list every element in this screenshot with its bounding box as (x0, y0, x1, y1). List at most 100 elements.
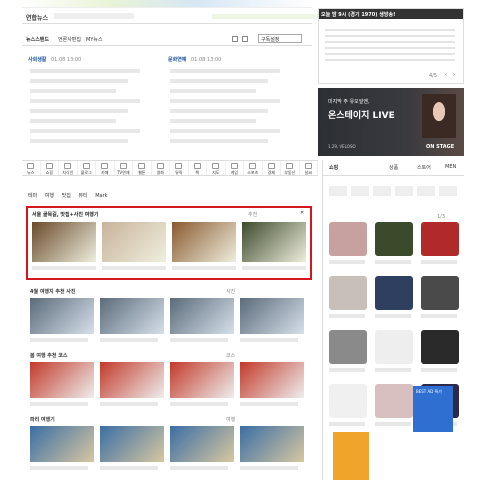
news-headline[interactable] (30, 129, 140, 133)
shop-item[interactable] (375, 222, 413, 264)
section-title[interactable]: 파리 여행기 (30, 416, 55, 423)
category-tab[interactable]: 지식인 (59, 161, 78, 175)
news-left-heading[interactable]: 사회생활 (28, 57, 46, 63)
category-tab[interactable]: 뮤직 (170, 161, 189, 175)
category-tab[interactable]: 영화 (152, 161, 170, 175)
section-title[interactable]: 4월 여행지 추천 사진 (30, 288, 76, 295)
category-tab-label: 뮤직 (175, 170, 183, 175)
category-icon (212, 163, 220, 169)
ad-line2: 온스테이지 LIVE (328, 111, 395, 121)
press-logo[interactable]: 연합뉴스 (26, 13, 48, 22)
category-tab[interactable]: 경제 (263, 161, 281, 175)
header-links[interactable] (212, 14, 332, 19)
section-caption (240, 402, 298, 406)
shop-item[interactable] (329, 276, 367, 318)
shop-tab-product[interactable]: 상품 (389, 164, 398, 171)
section-title[interactable]: 봄 여행 추천 코스 (30, 352, 67, 359)
section-photo[interactable] (100, 362, 164, 406)
list-view-icon[interactable] (242, 36, 248, 42)
sub-tab-mark[interactable]: Mark (95, 193, 107, 199)
shop-item[interactable] (421, 330, 459, 372)
featured-thumb[interactable] (102, 222, 166, 270)
section-photo[interactable] (240, 362, 304, 406)
grid-view-icon[interactable] (232, 36, 238, 42)
shop-item[interactable] (375, 276, 413, 318)
news-headline[interactable] (170, 89, 256, 93)
section-photo[interactable] (30, 426, 94, 470)
category-icon (230, 163, 238, 169)
category-tab[interactable]: TV연재 (115, 161, 133, 175)
category-tab[interactable]: 지도 (207, 161, 226, 175)
subscribe-dropdown[interactable]: 구독설정 (258, 34, 302, 43)
shop-tab-men[interactable]: MEN (445, 164, 456, 170)
close-icon[interactable]: ✕ (300, 210, 304, 216)
section-photo[interactable] (100, 298, 164, 342)
news-headline[interactable] (30, 89, 116, 93)
section-photo[interactable] (170, 362, 234, 406)
shop-item[interactable] (329, 384, 367, 426)
category-tab[interactable]: 웹툰 (133, 161, 152, 175)
category-tab[interactable]: 날씨 (300, 161, 318, 175)
weather-title[interactable]: 오늘 밤 9시 (경기 1970) 생방송! (319, 9, 463, 19)
news-headline[interactable] (30, 109, 128, 113)
news-headline[interactable] (30, 119, 116, 123)
category-tab[interactable]: 게임 (226, 161, 244, 175)
sub-tab-food[interactable]: 맛집 (62, 193, 71, 199)
tab-my-news[interactable]: MY뉴스 (86, 36, 103, 43)
shop-item[interactable] (421, 276, 459, 318)
category-tab[interactable]: 카페 (96, 161, 115, 175)
category-tab[interactable]: 뉴스 (22, 161, 41, 175)
category-icon (27, 163, 35, 169)
shop-item[interactable] (421, 222, 459, 264)
shop-item[interactable] (375, 330, 413, 372)
section-photo[interactable] (170, 426, 234, 470)
news-headline[interactable] (30, 139, 128, 143)
news-headline[interactable] (170, 129, 280, 133)
section-photo[interactable] (30, 362, 94, 406)
news-headline[interactable] (170, 99, 280, 103)
prev-arrow-icon[interactable]: ‹ (445, 72, 447, 78)
next-arrow-icon[interactable]: › (453, 72, 455, 78)
shop-tab-store[interactable]: 스토어 (417, 164, 431, 171)
news-headline[interactable] (170, 79, 268, 83)
featured-title[interactable]: 서울 골목길, 맛집+사진 여행기 (32, 211, 99, 218)
tab-press[interactable]: 언론사편집 (58, 36, 81, 43)
category-tab[interactable]: 부동산 (281, 161, 300, 175)
section-photo[interactable] (240, 298, 304, 342)
news-headline[interactable] (170, 139, 268, 143)
section-photo[interactable] (30, 298, 94, 342)
news-headline[interactable] (170, 109, 268, 113)
shop-item[interactable] (329, 330, 367, 372)
section-caption (30, 338, 88, 342)
category-tab[interactable]: 블로그 (78, 161, 96, 175)
category-tab[interactable]: 쇼핑 (41, 161, 59, 175)
promo-banner[interactable] (333, 432, 369, 480)
live-ad[interactable]: 미지막 주 유오잎엔, 온스테이지 LIVE 1.29, VELOSO ON S… (318, 88, 464, 156)
news-headline[interactable] (170, 69, 280, 73)
sub-tab-beauty[interactable]: 뷰티 (78, 193, 87, 199)
section-photo[interactable] (240, 426, 304, 470)
shop-links[interactable] (329, 186, 461, 196)
news-headline[interactable] (30, 79, 128, 83)
section-photo[interactable] (100, 426, 164, 470)
shop-title[interactable]: 쇼핑 (329, 164, 338, 171)
category-tab[interactable]: 책 (189, 161, 207, 175)
section-caption (30, 466, 88, 470)
shop-item[interactable] (375, 384, 413, 426)
featured-thumb[interactable] (172, 222, 236, 270)
featured-thumb[interactable] (32, 222, 96, 270)
sub-tab-theme[interactable]: 테마 (28, 193, 37, 199)
tab-newsstand[interactable]: 뉴스스탠드 (26, 36, 49, 43)
sale-banner[interactable]: BEST AD 특가 (413, 386, 453, 432)
shop-item[interactable] (329, 222, 367, 264)
news-headline[interactable] (30, 69, 140, 73)
sub-tab-travel[interactable]: 여행 (45, 193, 54, 199)
category-tab-label: 쇼핑 (45, 170, 53, 175)
category-tab[interactable]: 스포츠 (244, 161, 263, 175)
news-headline[interactable] (30, 99, 140, 103)
category-tab-label: 스포츠 (247, 170, 259, 175)
news-headline[interactable] (170, 119, 256, 123)
featured-thumb[interactable] (242, 222, 306, 270)
news-right-heading[interactable]: 문화연예 (168, 57, 186, 63)
section-photo[interactable] (170, 298, 234, 342)
